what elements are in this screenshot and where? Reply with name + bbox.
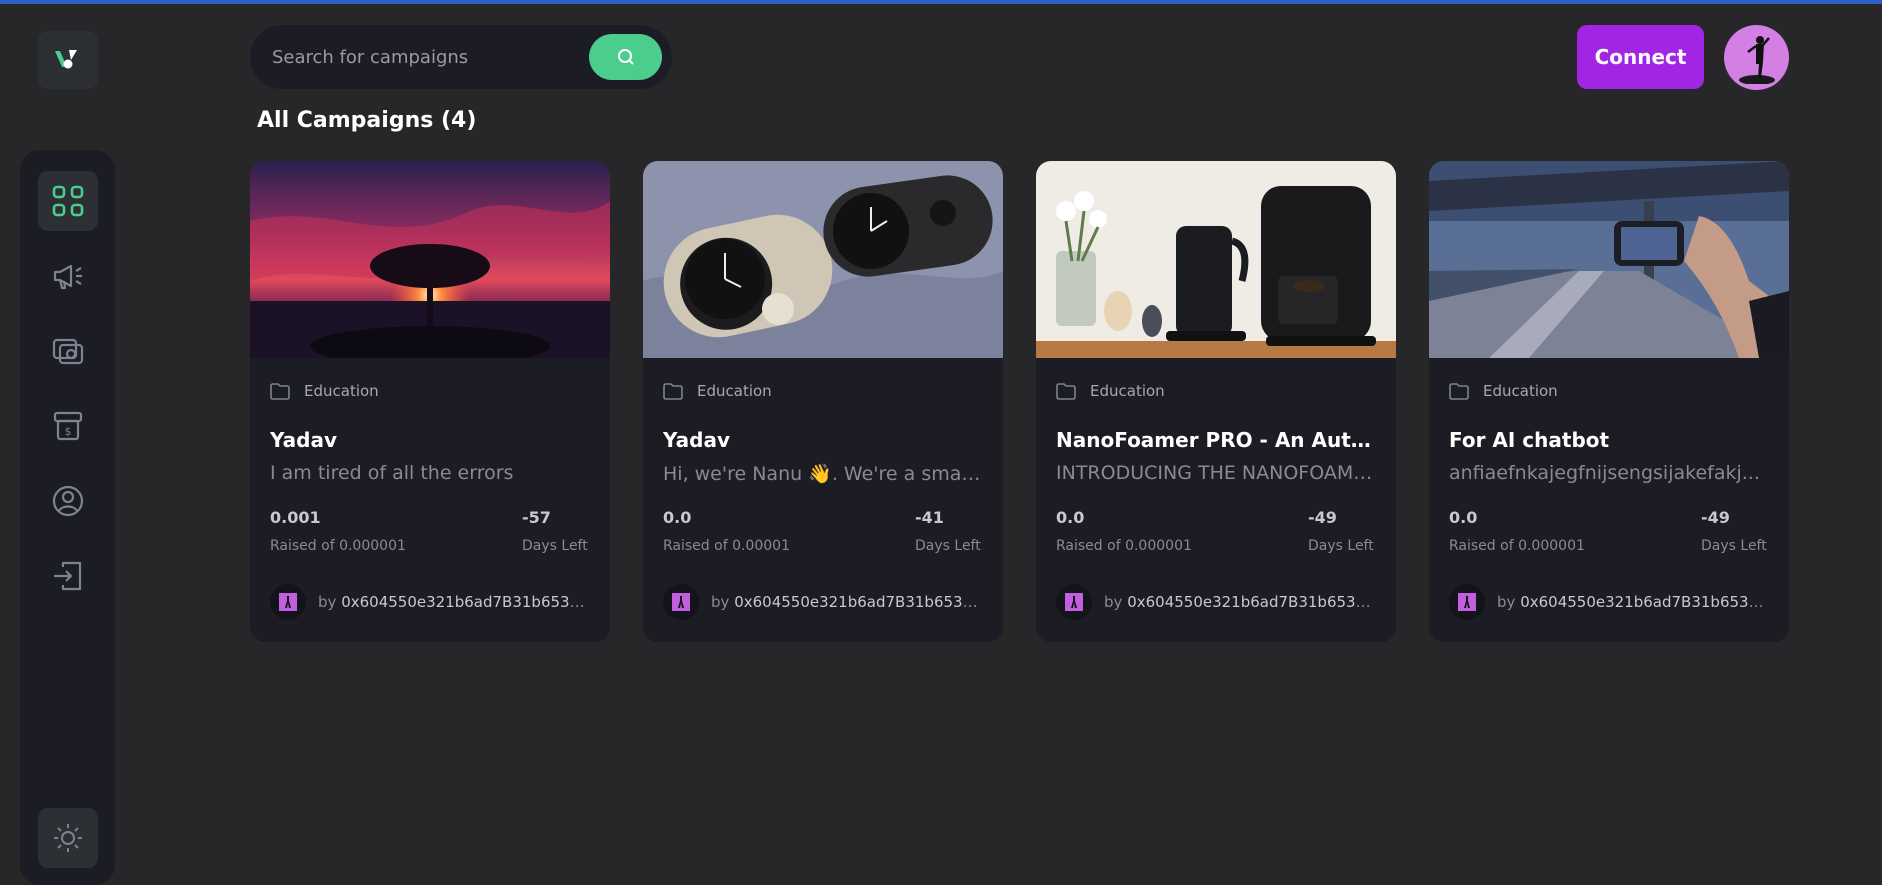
sidebar-item-profile[interactable]	[38, 471, 98, 531]
sidebar-item-payment[interactable]	[38, 321, 98, 381]
owner-avatar	[663, 584, 699, 620]
logo-icon	[55, 50, 77, 69]
owner-avatar	[270, 584, 306, 620]
campaign-card[interactable]: Education Yadav I am tired of all the er…	[250, 161, 610, 642]
svg-text:$: $	[65, 425, 72, 438]
withdraw-icon: $	[53, 411, 83, 441]
campaign-owner: by 0x604550e321b6ad7B31b653e02...	[1104, 593, 1376, 611]
days-left-value: -49	[1308, 508, 1337, 527]
user-avatar[interactable]	[1724, 25, 1789, 90]
top-accent-bar	[0, 0, 1882, 4]
campaign-image	[250, 161, 610, 358]
campaign-description: Hi, we're Nanu 👋. We're a small...	[663, 463, 983, 485]
campaign-title: Yadav	[663, 428, 730, 452]
campaign-card[interactable]: Education Yadav Hi, we're Nanu 👋. We're …	[643, 161, 1003, 642]
raised-amount: 0.0	[1056, 508, 1085, 527]
search-input[interactable]	[272, 46, 589, 68]
search-button[interactable]	[589, 34, 662, 80]
raised-label: Raised of 0.000001	[1056, 538, 1192, 554]
search-bar	[250, 25, 672, 89]
folder-icon	[270, 382, 290, 400]
raised-amount: 0.0	[663, 508, 692, 527]
campaign-description: I am tired of all the errors	[270, 462, 514, 484]
campaign-image	[1036, 161, 1396, 358]
sidebar: $	[20, 150, 115, 885]
campaign-description: INTRODUCING THE NANOFOAMER ...	[1056, 462, 1376, 484]
folder-icon	[1056, 382, 1076, 400]
campaign-card[interactable]: Education NanoFoamer PRO - An Automa... …	[1036, 161, 1396, 642]
campaign-category: Education	[697, 382, 772, 400]
days-left-value: -41	[915, 508, 944, 527]
search-icon	[617, 49, 634, 65]
days-left-label: Days Left	[1701, 538, 1767, 554]
days-left-value: -57	[522, 508, 551, 527]
sidebar-item-logout[interactable]	[38, 546, 98, 606]
days-left-label: Days Left	[1308, 538, 1374, 554]
campaign-image	[1429, 161, 1789, 358]
avatar-figure-icon	[1738, 35, 1775, 84]
page-title: All Campaigns (4)	[257, 108, 477, 133]
days-left-label: Days Left	[915, 538, 981, 554]
owner-avatar	[1449, 584, 1485, 620]
raised-label: Raised of 0.00001	[663, 538, 790, 554]
days-left-label: Days Left	[522, 538, 588, 554]
raised-amount: 0.001	[270, 508, 321, 527]
campaign-category: Education	[304, 382, 379, 400]
raised-label: Raised of 0.000001	[1449, 538, 1585, 554]
campaign-owner: by 0x604550e321b6ad7B31b653e02...	[1497, 593, 1769, 611]
campaign-card[interactable]: Education For AI chatbot anfiaefnkajegfn…	[1429, 161, 1789, 642]
sidebar-item-withdraw[interactable]: $	[38, 396, 98, 456]
sidebar-item-create-campaign[interactable]	[38, 246, 98, 306]
sidebar-item-dashboard[interactable]	[38, 171, 98, 231]
campaign-title: NanoFoamer PRO - An Automa...	[1056, 428, 1376, 452]
dashboard-icon	[52, 185, 84, 217]
connect-button[interactable]: Connect	[1577, 25, 1704, 89]
owner-avatar	[1056, 584, 1092, 620]
folder-icon	[663, 382, 683, 400]
campaign-owner: by 0x604550e321b6ad7B31b653e02...	[711, 593, 983, 611]
app-logo[interactable]	[38, 31, 98, 89]
campaign-title: Yadav	[270, 428, 337, 452]
folder-icon	[1449, 382, 1469, 400]
raised-amount: 0.0	[1449, 508, 1478, 527]
logout-icon	[54, 561, 82, 591]
sun-icon	[54, 824, 82, 852]
campaign-megaphone-icon	[53, 264, 82, 290]
campaign-description: anfiaefnkajegfnijsengsijakefakj...	[1449, 462, 1760, 484]
payment-icon	[52, 338, 84, 365]
raised-label: Raised of 0.000001	[270, 538, 406, 554]
days-left-value: -49	[1701, 508, 1730, 527]
campaign-title: For AI chatbot	[1449, 428, 1610, 452]
campaign-category: Education	[1090, 382, 1165, 400]
campaign-category: Education	[1483, 382, 1558, 400]
campaign-image	[643, 161, 1003, 358]
campaign-owner: by 0x604550e321b6ad7B31b653e02...	[318, 593, 590, 611]
theme-toggle[interactable]	[38, 808, 98, 868]
profile-icon	[52, 485, 84, 517]
